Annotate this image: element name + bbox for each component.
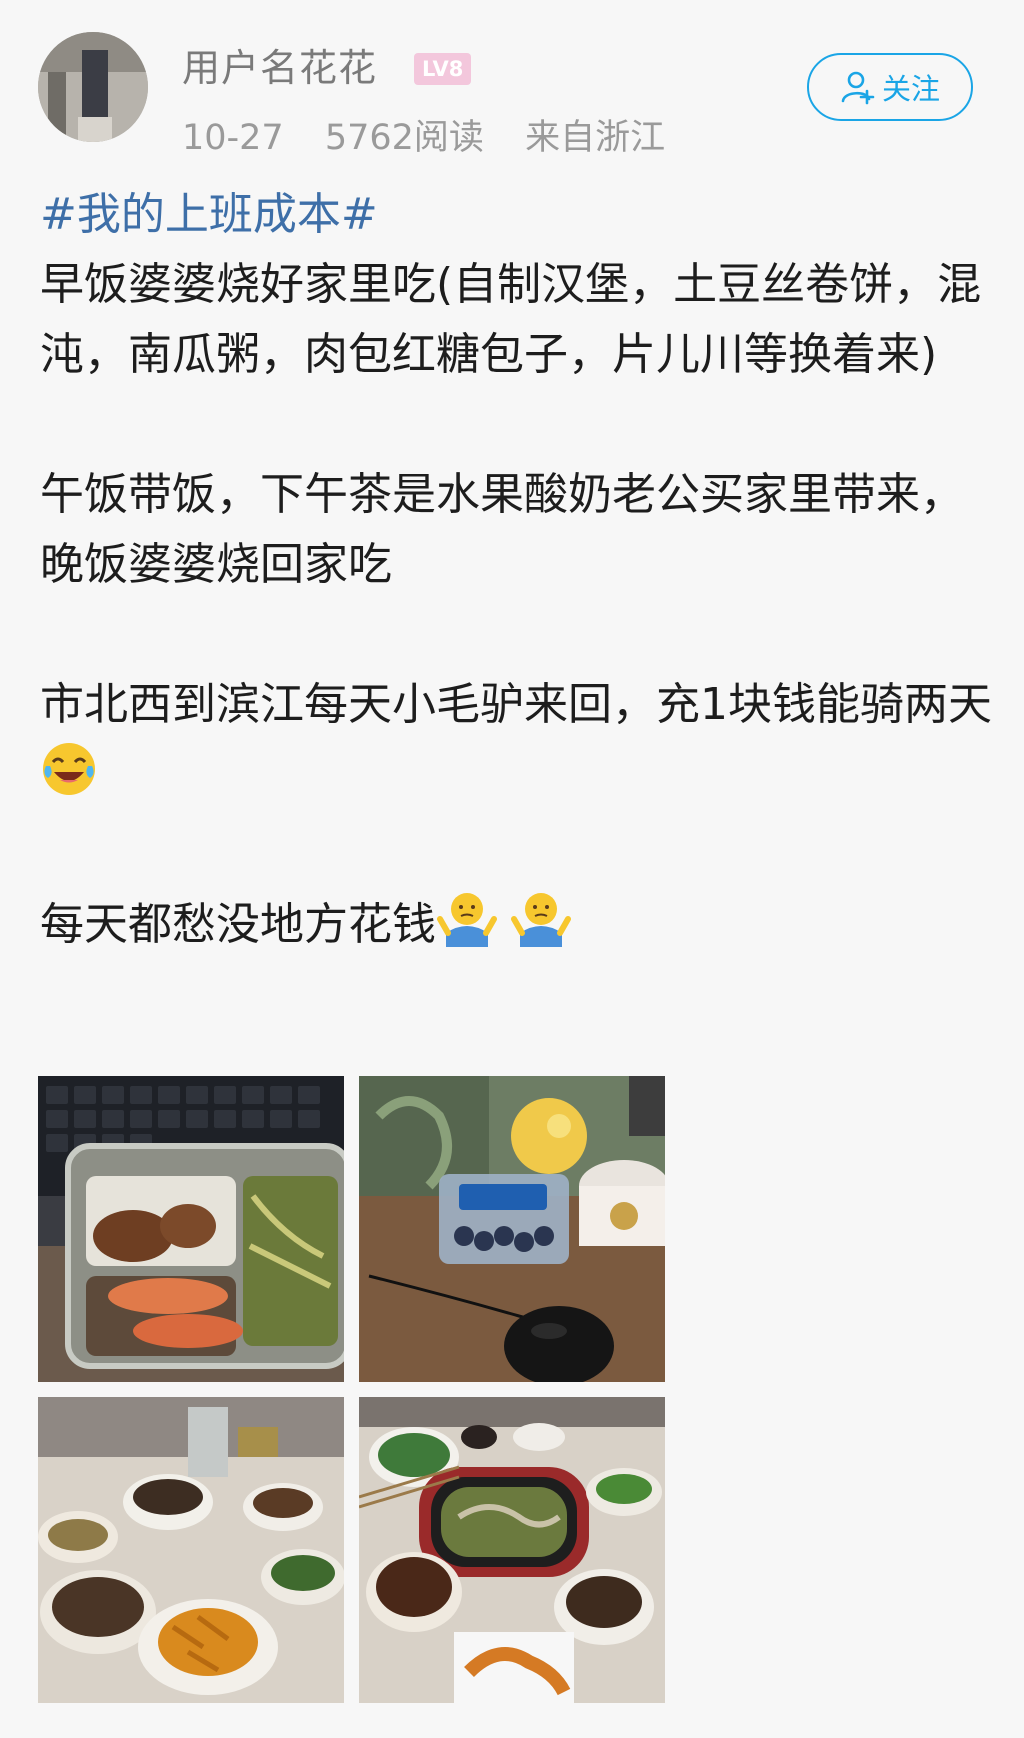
photo-hotpot-dinner[interactable] <box>359 1397 665 1703</box>
laughing-crying-emoji-icon <box>40 740 98 819</box>
post-body: #我的上班成本# 早饭婆婆烧好家里吃(自制汉堡，土豆丝卷饼，混沌，南瓜粥，肉包红… <box>40 180 1000 968</box>
shrug-emoji-icon <box>510 889 572 968</box>
photo-dinner-table[interactable] <box>38 1397 344 1703</box>
post-meta: 10-27 5762阅读 来自浙江 <box>182 114 695 162</box>
post-date: 10-27 <box>182 118 284 158</box>
post-paragraph-money: 每天都愁没地方花钱 <box>40 889 1000 968</box>
follow-button[interactable]: 关注 <box>807 53 973 121</box>
post-paragraph-money-text: 每天都愁没地方花钱 <box>40 899 436 950</box>
avatar[interactable] <box>38 32 148 142</box>
add-user-icon <box>840 69 876 105</box>
follow-button-label: 关注 <box>881 72 940 106</box>
photo-lunchbox[interactable] <box>38 1076 344 1382</box>
shrug-emoji-icon <box>436 889 498 968</box>
read-count: 5762阅读 <box>324 118 484 158</box>
post-paragraph-breakfast: 早饭婆婆烧好家里吃(自制汉堡，土豆丝卷饼，混沌，南瓜粥，肉包红糖包子，片儿川等换… <box>40 259 982 380</box>
post-location: 来自浙江 <box>525 118 666 158</box>
post-paragraph-lunch: 午饭带饭，下午茶是水果酸奶老公买家里带来，晚饭婆婆烧回家吃 <box>40 469 964 590</box>
post-paragraph-commute: 市北西到滨江每天小毛驴来回，充1块钱能骑两天 <box>40 670 1000 819</box>
level-badge: LV8 <box>414 53 472 85</box>
username[interactable]: 用户名花花 <box>182 44 377 92</box>
photo-fruit-yogurt[interactable] <box>359 1076 665 1382</box>
post-paragraph-commute-text: 市北西到滨江每天小毛驴来回，充1块钱能骑两天 <box>40 679 992 730</box>
hashtag-link[interactable]: #我的上班成本# <box>40 180 1000 250</box>
